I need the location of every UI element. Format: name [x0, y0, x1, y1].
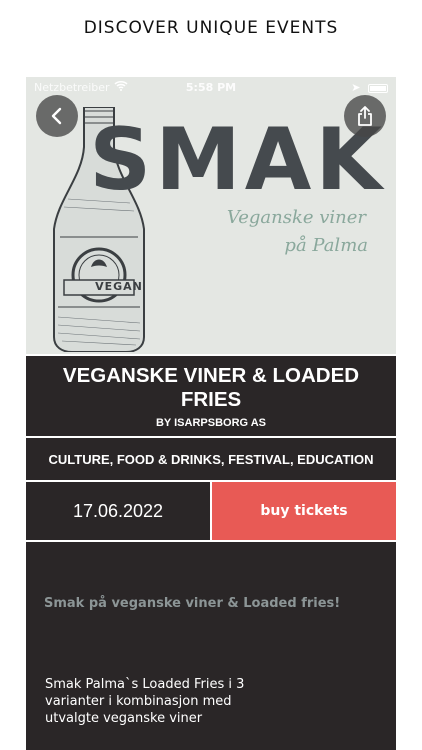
event-title-block: VEGANSKE VINER & LOADED FRIES BY ISARPSB… — [26, 354, 396, 436]
chevron-left-icon — [51, 107, 62, 125]
share-icon — [358, 106, 372, 126]
description-body: Smak Palma`s Loaded Fries i 3 varianter … — [45, 677, 245, 726]
event-categories: CULTURE, FOOD & DRINKS, FESTIVAL, EDUCAT… — [26, 436, 396, 482]
ios-status-bar: Netzbetreiber 5:58 PM ➤ — [26, 77, 396, 99]
promo-caption: DISCOVER UNIQUE EVENTS — [83, 18, 339, 38]
status-time: 5:58 PM — [185, 81, 237, 94]
event-hero-image: VEGAN SMAK Veganske viner på Palma Netzb… — [26, 77, 396, 354]
share-button[interactable] — [344, 95, 386, 137]
event-title: VEGANSKE VINER & LOADED FRIES — [62, 364, 360, 411]
description-heading: Smak på veganske viner & Loaded fries! — [44, 596, 341, 611]
back-button[interactable] — [36, 95, 78, 137]
status-right-icons: ➤ — [351, 81, 388, 94]
location-icon: ➤ — [351, 81, 361, 94]
brand-logo-text: SMAK — [89, 110, 386, 210]
bottle-label: VEGAN — [95, 280, 143, 293]
brand-tagline-line-1: Veganske viner — [226, 207, 366, 228]
brand-tagline-line-2: på Palma — [284, 235, 368, 256]
app-screen: VEGAN SMAK Veganske viner på Palma Netzb… — [26, 77, 396, 750]
buy-tickets-button[interactable]: buy tickets — [212, 482, 396, 540]
event-date: 17.06.2022 — [26, 482, 212, 540]
battery-icon — [368, 83, 388, 93]
event-description: Smak på veganske viner & Loaded fries! S… — [26, 542, 396, 750]
ticket-row: 17.06.2022 buy tickets — [26, 482, 396, 542]
event-organizer: BY ISARPSBORG AS — [155, 417, 267, 429]
